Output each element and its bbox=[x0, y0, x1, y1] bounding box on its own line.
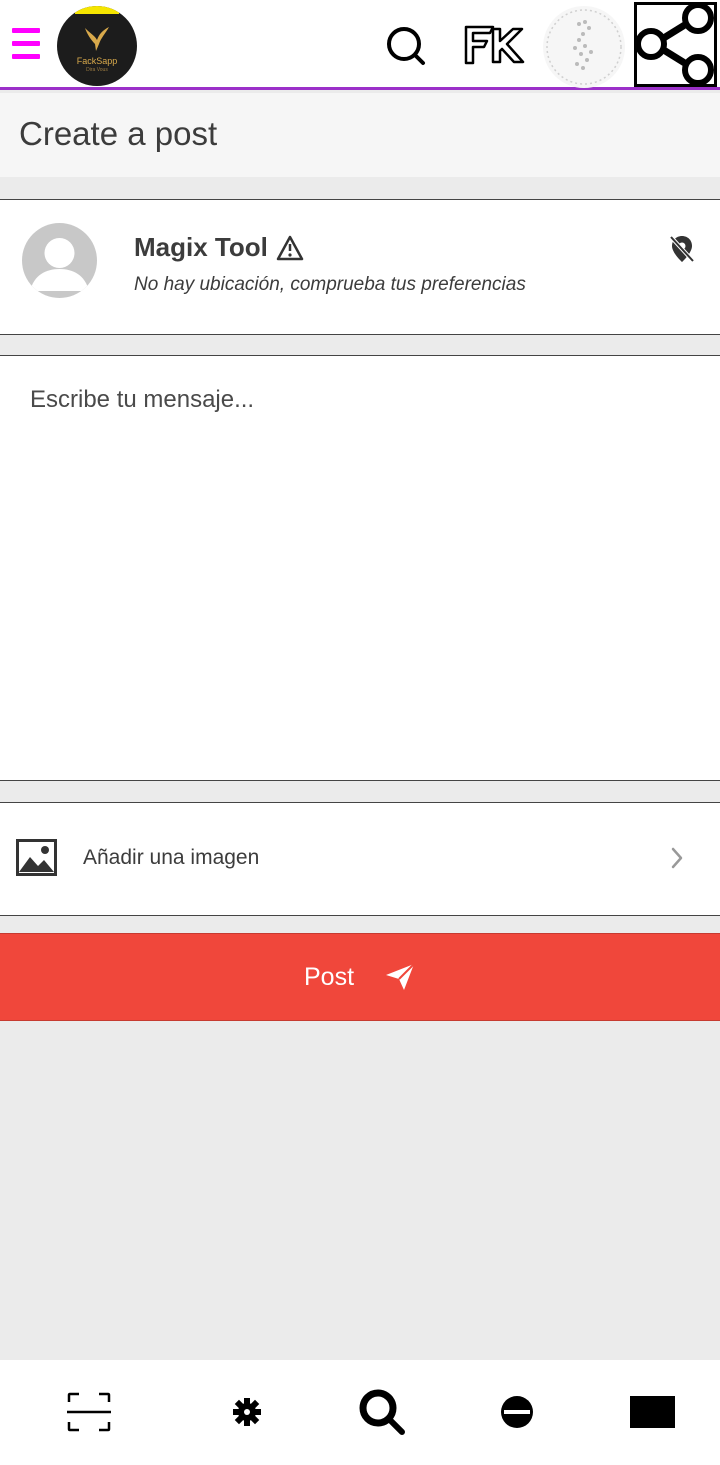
avatar[interactable] bbox=[22, 223, 97, 298]
logo-name: FackSapp bbox=[76, 56, 118, 66]
scan-icon bbox=[67, 1392, 111, 1432]
message-input[interactable] bbox=[0, 356, 720, 780]
image-icon bbox=[16, 839, 57, 876]
chevron-right-icon bbox=[671, 847, 683, 869]
add-image-label: Añadir una imagen bbox=[83, 846, 260, 869]
share-icon[interactable] bbox=[634, 2, 717, 87]
nav-scan[interactable] bbox=[18, 1360, 162, 1465]
page-title: Create a post bbox=[19, 115, 218, 152]
post-label: Post bbox=[303, 962, 355, 991]
dotted-avatar-icon bbox=[546, 9, 622, 85]
send-icon bbox=[386, 963, 415, 990]
nav-chat[interactable] bbox=[446, 1360, 590, 1465]
user-name: Magix Tool bbox=[134, 232, 268, 262]
top-app-bar: FackSapp Dira Vous bbox=[0, 0, 720, 90]
profile-avatar[interactable] bbox=[543, 6, 625, 88]
gear-icon bbox=[233, 1398, 261, 1426]
nav-search[interactable] bbox=[312, 1360, 456, 1465]
bird-logo-icon bbox=[85, 27, 109, 51]
location-status: No hay ubicación, comprueba tus preferen… bbox=[134, 274, 526, 295]
nav-window[interactable] bbox=[576, 1360, 720, 1465]
menu-icon[interactable] bbox=[12, 28, 40, 62]
user-name-row: Magix Tool bbox=[134, 232, 304, 263]
user-card: Magix Tool No hay ubicación, comprueba t… bbox=[0, 199, 720, 335]
fk-logo-icon[interactable] bbox=[463, 24, 525, 66]
post-button[interactable]: Post bbox=[0, 933, 720, 1021]
search-icon bbox=[359, 1389, 405, 1435]
window-icon bbox=[630, 1396, 675, 1428]
page-header: Create a post bbox=[0, 93, 720, 177]
bottom-nav bbox=[0, 1360, 720, 1465]
logo-tagline: Dira Vous bbox=[86, 67, 108, 73]
nav-settings[interactable] bbox=[175, 1360, 319, 1465]
chat-icon bbox=[501, 1396, 533, 1428]
add-image-row[interactable]: Añadir una imagen bbox=[0, 802, 720, 916]
warning-icon[interactable] bbox=[276, 235, 304, 261]
location-off-icon[interactable] bbox=[668, 234, 696, 264]
app-logo[interactable]: FackSapp Dira Vous bbox=[57, 6, 137, 86]
user-silhouette-icon bbox=[30, 238, 89, 291]
message-box bbox=[0, 355, 720, 781]
search-icon[interactable] bbox=[385, 25, 427, 67]
